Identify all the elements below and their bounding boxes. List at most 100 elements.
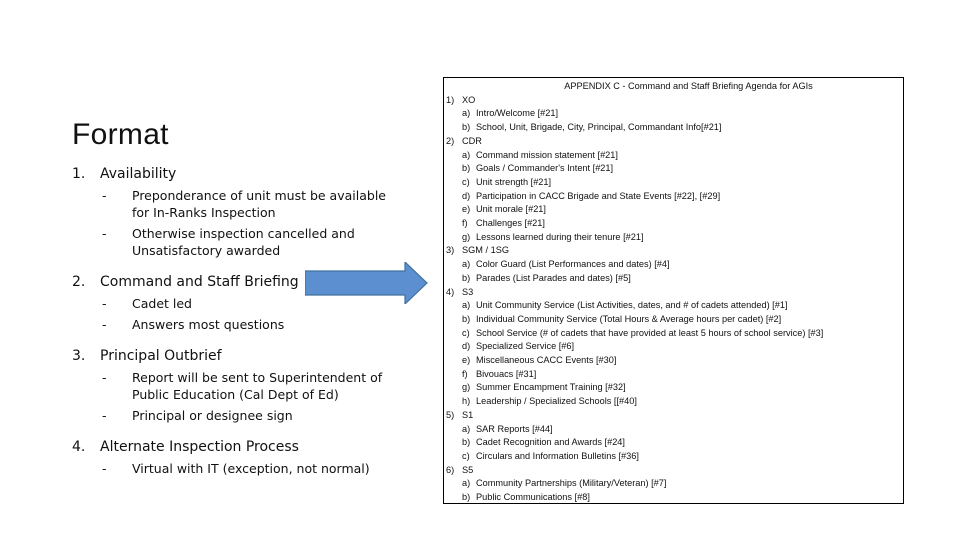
item-text: Color Guard (List Performances and dates… <box>476 259 670 270</box>
item-number: 1. <box>72 166 86 182</box>
dash-bullet-icon: - <box>102 188 107 203</box>
dash-bullet-icon: - <box>102 226 107 241</box>
dash-bullet-icon: - <box>102 461 107 476</box>
appendix-item: b) Cadet Recognition and Awards [#24] <box>444 436 903 450</box>
appendix-section: 3) SGM / 1SG <box>444 244 903 258</box>
sub-bullet-text: Otherwise inspection cancelled and Unsat… <box>132 226 355 258</box>
item-text: Lessons learned during their tenure [#21… <box>476 231 644 242</box>
item-text: SAR Reports [#44] <box>476 423 553 434</box>
section-label: SGM / 1SG <box>462 245 509 256</box>
section-label: XO <box>462 94 476 105</box>
item-letter: a) <box>462 423 471 434</box>
appendix-item: a) Command mission statement [#21] <box>444 149 903 163</box>
arrow-shape <box>305 262 428 304</box>
item-text: Command mission statement [#21] <box>476 149 618 160</box>
item-text: Individual Community Service (Total Hour… <box>476 313 782 324</box>
item-label: Principal Outbrief <box>100 348 222 364</box>
appendix-item: a) Unit Community Service (List Activitie… <box>444 299 903 313</box>
appendix-item: b) Public Communications [#8] <box>444 491 903 505</box>
item-text: Leadership / Specialized Schools [[#40] <box>476 396 637 407</box>
appendix-item: c) School Service (# of cadets that have … <box>444 327 903 341</box>
item-letter: c) <box>462 327 470 338</box>
slide-title: Format <box>72 118 169 151</box>
item-letter: b) <box>462 163 471 174</box>
item-text: Participation in CACC Brigade and State … <box>476 190 721 201</box>
item-letter: b) <box>462 492 471 503</box>
appendix-item: b) Goals / Commander's Intent [#21] <box>444 162 903 176</box>
section-number: 5) <box>446 409 455 420</box>
item-letter: a) <box>462 108 471 119</box>
item-number: 2. <box>72 274 86 290</box>
appendix-document: APPENDIX C - Command and Staff Briefing … <box>443 77 904 504</box>
appendix-item: d) Participation in CACC Brigade and Stat… <box>444 190 903 204</box>
item-text: Specialized Service [#6] <box>476 341 575 352</box>
dash-bullet-icon: - <box>102 370 107 385</box>
item-letter: e) <box>462 355 471 366</box>
appendix-item: d) Specialized Service [#6] <box>444 340 903 354</box>
appendix-item: h) Leadership / Specialized Schools [[#40… <box>444 395 903 409</box>
item-letter: a) <box>462 478 471 489</box>
item-letter: c) <box>462 176 470 187</box>
item-letter: c) <box>462 450 470 461</box>
sub-bullet-text: Virtual with IT (exception, not normal) <box>132 461 370 476</box>
item-letter: a) <box>462 259 471 270</box>
section-label: S1 <box>462 409 474 420</box>
appendix-section: 4) S3 <box>444 286 903 300</box>
section-number: 4) <box>446 286 455 297</box>
item-letter: b) <box>462 313 471 324</box>
right-arrow-icon <box>305 262 428 304</box>
format-item-heading: 4. Alternate Inspection Process <box>72 438 402 456</box>
appendix-item: e) Miscellaneous CACC Events [#30] <box>444 354 903 368</box>
item-letter: h) <box>462 396 471 407</box>
item-letter: d) <box>462 341 471 352</box>
appendix-item: a) SAR Reports [#44] <box>444 423 903 437</box>
appendix-item: g) Summer Encampment Training [#32] <box>444 381 903 395</box>
appendix-item: b) Parades (List Parades and dates) [#5] <box>444 272 903 286</box>
appendix-title: APPENDIX C - Command and Staff Briefing … <box>564 81 813 91</box>
dash-bullet-icon: - <box>102 296 107 311</box>
item-text: Intro/Welcome [#21] <box>476 108 559 119</box>
sub-bullet-text: Preponderance of unit must be available … <box>132 188 386 220</box>
item-label: Command and Staff Briefing <box>100 274 299 290</box>
format-item-heading: 1. Availability <box>72 165 402 183</box>
format-item: 3. Principal Outbrief - Report will be sent… <box>72 347 402 424</box>
section-number: 2) <box>446 135 455 146</box>
appendix-section: 6) S5 <box>444 464 903 478</box>
dash-bullet-icon: - <box>102 408 107 423</box>
appendix-item: g) Lessons learned during their tenure [#… <box>444 231 903 245</box>
item-text: School Service (# of cadets that have pr… <box>476 327 824 338</box>
item-text: Goals / Commander's Intent [#21] <box>476 163 614 174</box>
section-number: 3) <box>446 245 455 256</box>
item-text: Miscellaneous CACC Events [#30] <box>476 355 617 366</box>
sub-bullet: - Principal or designee sign <box>102 407 402 424</box>
appendix-item: b) Individual Community Service (Total Ho… <box>444 313 903 327</box>
item-text: Challenges [#21] <box>476 218 545 229</box>
appendix-item: c) Circulars and Information Bulletins [#… <box>444 450 903 464</box>
format-list: 1. Availability - Preponderance of unit mus… <box>72 165 402 477</box>
item-text: Unit Community Service (List Activities,… <box>476 300 788 311</box>
item-label: Availability <box>100 166 177 182</box>
sub-bullet-text: Answers most questions <box>132 317 285 332</box>
item-letter: a) <box>462 149 471 160</box>
dash-bullet-icon: - <box>102 317 107 332</box>
item-text: Bivouacs [#31] <box>476 368 537 379</box>
section-label: S3 <box>462 286 474 297</box>
item-letter: b) <box>462 437 471 448</box>
item-text: Unit strength [#21] <box>476 176 552 187</box>
format-item: 1. Availability - Preponderance of unit mus… <box>72 165 402 259</box>
format-item-heading: 3. Principal Outbrief <box>72 347 402 365</box>
item-text: Cadet Recognition and Awards [#24] <box>476 437 625 448</box>
sub-bullet: - Otherwise inspection cancelled and Unsa… <box>102 225 402 259</box>
appendix-section: 5) S1 <box>444 409 903 423</box>
appendix-item: c) Unit strength [#21] <box>444 176 903 190</box>
appendix-item: e) Unit morale [#21] <box>444 203 903 217</box>
sub-bullet: - Virtual with IT (exception, not normal) <box>102 460 402 477</box>
appendix-item: a) Intro/Welcome [#21] <box>444 107 903 121</box>
item-number: 3. <box>72 348 86 364</box>
item-text: Unit morale [#21] <box>476 204 546 215</box>
appendix-section: 2) CDR <box>444 135 903 149</box>
appendix-item: f) Challenges [#21] <box>444 217 903 231</box>
item-text: Summer Encampment Training [#32] <box>476 382 626 393</box>
section-number: 6) <box>446 464 455 475</box>
item-text: School, Unit, Brigade, City, Principal, … <box>476 122 722 133</box>
